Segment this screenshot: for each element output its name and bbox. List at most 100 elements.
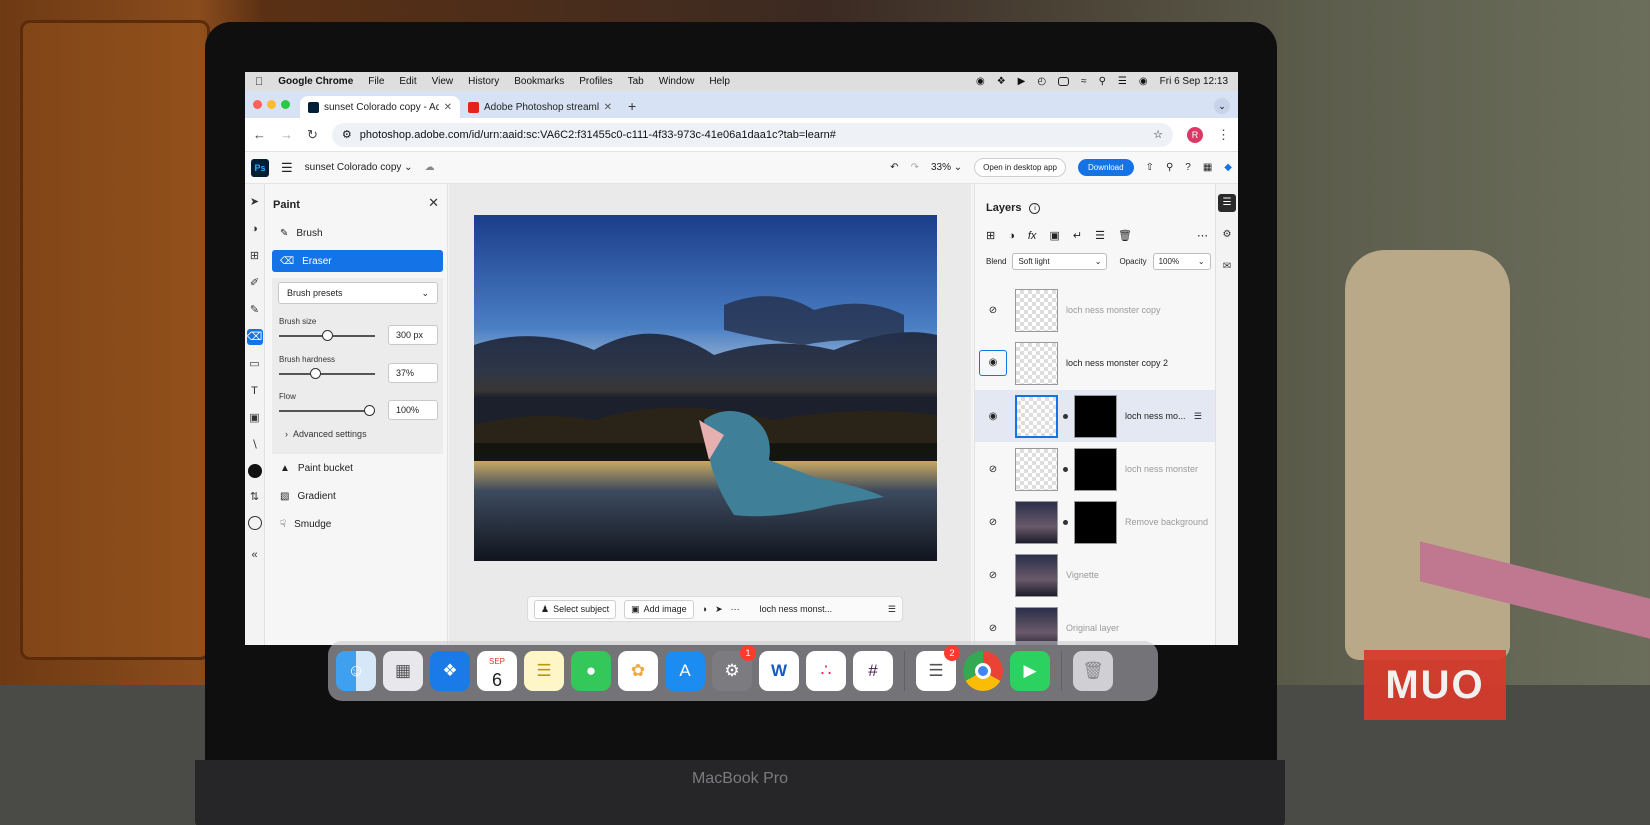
layer-row-selected[interactable]: ◉ loch ness mo... ☰ xyxy=(975,390,1216,442)
colorwheel-icon[interactable]: ◉ xyxy=(976,76,985,87)
adjustment-tool-icon[interactable]: ◑ xyxy=(247,221,263,237)
control-center-icon[interactable]: ☰ xyxy=(1118,76,1127,87)
menu-view[interactable]: View xyxy=(432,76,454,87)
reminders-icon[interactable]: ☰ 2 xyxy=(916,645,960,691)
app-store-icon[interactable]: A xyxy=(665,651,705,691)
brush-presets-dropdown[interactable]: Brush presets ⌄ xyxy=(278,282,438,304)
menu-help[interactable]: Help xyxy=(709,76,730,87)
url-text[interactable]: photoshop.adobe.com/id/urn:aaid:sc:VA6C2… xyxy=(360,129,1145,141)
paint-bucket-option[interactable]: ▲ Paint bucket xyxy=(272,457,443,479)
select-subject-button[interactable]: ♟ Select subject xyxy=(534,599,617,619)
tab-search-chevron-icon[interactable]: ⌄ xyxy=(1214,98,1230,114)
comments-icon[interactable]: ✉ xyxy=(1218,258,1236,276)
eye-hidden-icon[interactable]: ⊘ xyxy=(979,517,1007,528)
safari-icon[interactable]: ❖ xyxy=(430,651,470,691)
eraser-tool-option[interactable]: ⌫ Eraser xyxy=(272,250,443,272)
share-icon[interactable]: ⇧ xyxy=(1146,162,1154,173)
dropbox-icon[interactable]: ❖ xyxy=(997,76,1006,87)
bookmark-star-icon[interactable]: ☆ xyxy=(1153,128,1163,141)
fx-icon[interactable]: fx xyxy=(1028,230,1037,242)
finder-icon[interactable]: ☺ xyxy=(336,651,376,691)
eye-visible-icon[interactable]: ◉ xyxy=(979,411,1007,422)
close-window-button[interactable] xyxy=(253,100,262,109)
mask-icon[interactable]: ◑ xyxy=(702,604,707,614)
layer-row[interactable]: ◉ loch ness monster copy 2 xyxy=(975,337,1216,389)
menubar-clock[interactable]: Fri 6 Sep 12:13 xyxy=(1160,76,1228,87)
zoom-window-button[interactable] xyxy=(281,100,290,109)
add-image-tool-icon[interactable]: ▣ xyxy=(247,410,263,426)
add-image-button[interactable]: ▣ Add image xyxy=(624,599,694,619)
undo-icon[interactable]: ↶ xyxy=(890,162,898,173)
apple-menu-icon[interactable]:  xyxy=(255,76,263,88)
word-icon[interactable]: W xyxy=(759,651,799,691)
eraser-tool-icon[interactable]: ⌫ xyxy=(246,329,263,345)
photos-icon[interactable]: ✿ xyxy=(618,651,658,691)
spotlight-search-icon[interactable]: ⚲ xyxy=(1099,76,1106,87)
menu-file[interactable]: File xyxy=(368,76,384,87)
layer-properties-icon[interactable]: ☰ xyxy=(888,604,896,615)
menu-profiles[interactable]: Profiles xyxy=(579,76,612,87)
profile-avatar[interactable]: R xyxy=(1187,126,1203,143)
opacity-field[interactable]: 100% ⌄ xyxy=(1152,253,1211,270)
calendar-icon[interactable]: SEP 6 xyxy=(477,651,517,691)
messages-icon[interactable]: ● xyxy=(571,651,611,691)
eye-hidden-icon[interactable]: ⊘ xyxy=(979,623,1007,634)
zoom-dropdown[interactable]: 33% ⌄ xyxy=(931,162,962,173)
advanced-settings-toggle[interactable]: › Advanced settings xyxy=(285,429,367,439)
trash-icon[interactable]: 🗑 xyxy=(1073,651,1113,691)
gradient-option[interactable]: ▧ Gradient xyxy=(272,485,443,507)
collapse-toolbar-icon[interactable]: « xyxy=(247,547,263,563)
app-name-menu[interactable]: Google Chrome xyxy=(278,76,353,87)
blend-mode-dropdown[interactable]: Soft light ⌄ xyxy=(1012,253,1108,270)
brush-size-thumb[interactable] xyxy=(321,330,333,341)
brush-size-slider[interactable] xyxy=(279,330,375,341)
close-tab-icon[interactable]: ✕ xyxy=(604,102,612,113)
layer-settings-icon[interactable]: ☰ xyxy=(1194,411,1202,422)
properties-panel-icon[interactable]: ⚙ xyxy=(1218,226,1236,244)
address-bar[interactable]: ⚙ photoshop.adobe.com/id/urn:aaid:sc:VA6… xyxy=(331,122,1173,147)
menu-edit[interactable]: Edit xyxy=(399,76,416,87)
notes-icon[interactable]: ☰ xyxy=(524,651,564,691)
brush-size-field[interactable]: 300 px xyxy=(388,325,438,345)
asana-icon[interactable]: ∴ xyxy=(806,651,846,691)
facetime-icon[interactable]: ▶ xyxy=(1010,651,1050,691)
layer-mask-thumbnail[interactable] xyxy=(1074,394,1117,438)
layer-row[interactable]: ⊘ loch ness monster xyxy=(975,443,1216,495)
healing-tool-icon[interactable]: ✐ xyxy=(247,275,263,291)
help-icon[interactable]: ? xyxy=(1185,162,1191,173)
eye-hidden-icon[interactable]: ⊘ xyxy=(979,305,1007,316)
menu-window[interactable]: Window xyxy=(659,76,695,87)
hamburger-menu-icon[interactable]: ☰ xyxy=(281,160,293,176)
layer-mask-thumbnail[interactable] xyxy=(1074,500,1117,544)
layer-row[interactable]: ⊘ Vignette xyxy=(975,549,1216,601)
apps-grid-icon[interactable]: ▦ xyxy=(1203,162,1212,173)
battery-icon[interactable] xyxy=(1058,77,1070,86)
redo-icon[interactable]: ↷ xyxy=(911,162,919,173)
canvas-area[interactable]: ♟ Select subject ▣ Add image ◑ ➤ ⋯ loch … xyxy=(449,184,971,645)
swap-colors-icon[interactable]: ⇅ xyxy=(247,489,263,505)
adjustment-layer-icon[interactable]: ◑ xyxy=(1008,230,1015,242)
flow-thumb[interactable] xyxy=(364,405,375,416)
launchpad-icon[interactable]: ▦ xyxy=(383,651,423,691)
layer-row[interactable]: ⊘ Remove background xyxy=(975,496,1216,548)
eye-hidden-icon[interactable]: ⊘ xyxy=(979,570,1007,581)
document-name-dropdown[interactable]: sunset Colorado copy ⌄ xyxy=(305,162,413,173)
add-mask-icon[interactable]: ▣ xyxy=(1049,229,1059,242)
browser-tab-photoshop[interactable]: sunset Colorado copy - Adobe ✕ xyxy=(300,96,460,118)
background-color-swatch[interactable] xyxy=(247,516,262,530)
active-layer-name[interactable]: loch ness monst... xyxy=(760,604,833,614)
shape-tool-icon[interactable]: ▭ xyxy=(247,356,263,372)
search-icon[interactable]: ⚲ xyxy=(1166,162,1173,173)
menu-tab[interactable]: Tab xyxy=(628,76,644,87)
clock-status-icon[interactable]: ◴ xyxy=(1037,76,1046,87)
more-options-icon[interactable]: ⋯ xyxy=(1197,229,1208,242)
layers-panel-icon[interactable]: ☰ xyxy=(1218,194,1236,212)
system-settings-icon[interactable]: ⚙ 1 xyxy=(712,645,756,691)
layer-mask-thumbnail[interactable] xyxy=(1074,447,1117,491)
eyedropper-icon[interactable]: ∖ xyxy=(247,437,263,453)
site-info-icon[interactable]: ⚙ xyxy=(342,128,352,141)
flow-slider[interactable] xyxy=(279,405,375,416)
add-layer-icon[interactable]: ⊞ xyxy=(986,229,995,242)
clip-layer-icon[interactable]: ↵ xyxy=(1073,229,1082,242)
layer-row[interactable]: ⊘ Original layer xyxy=(975,602,1216,645)
